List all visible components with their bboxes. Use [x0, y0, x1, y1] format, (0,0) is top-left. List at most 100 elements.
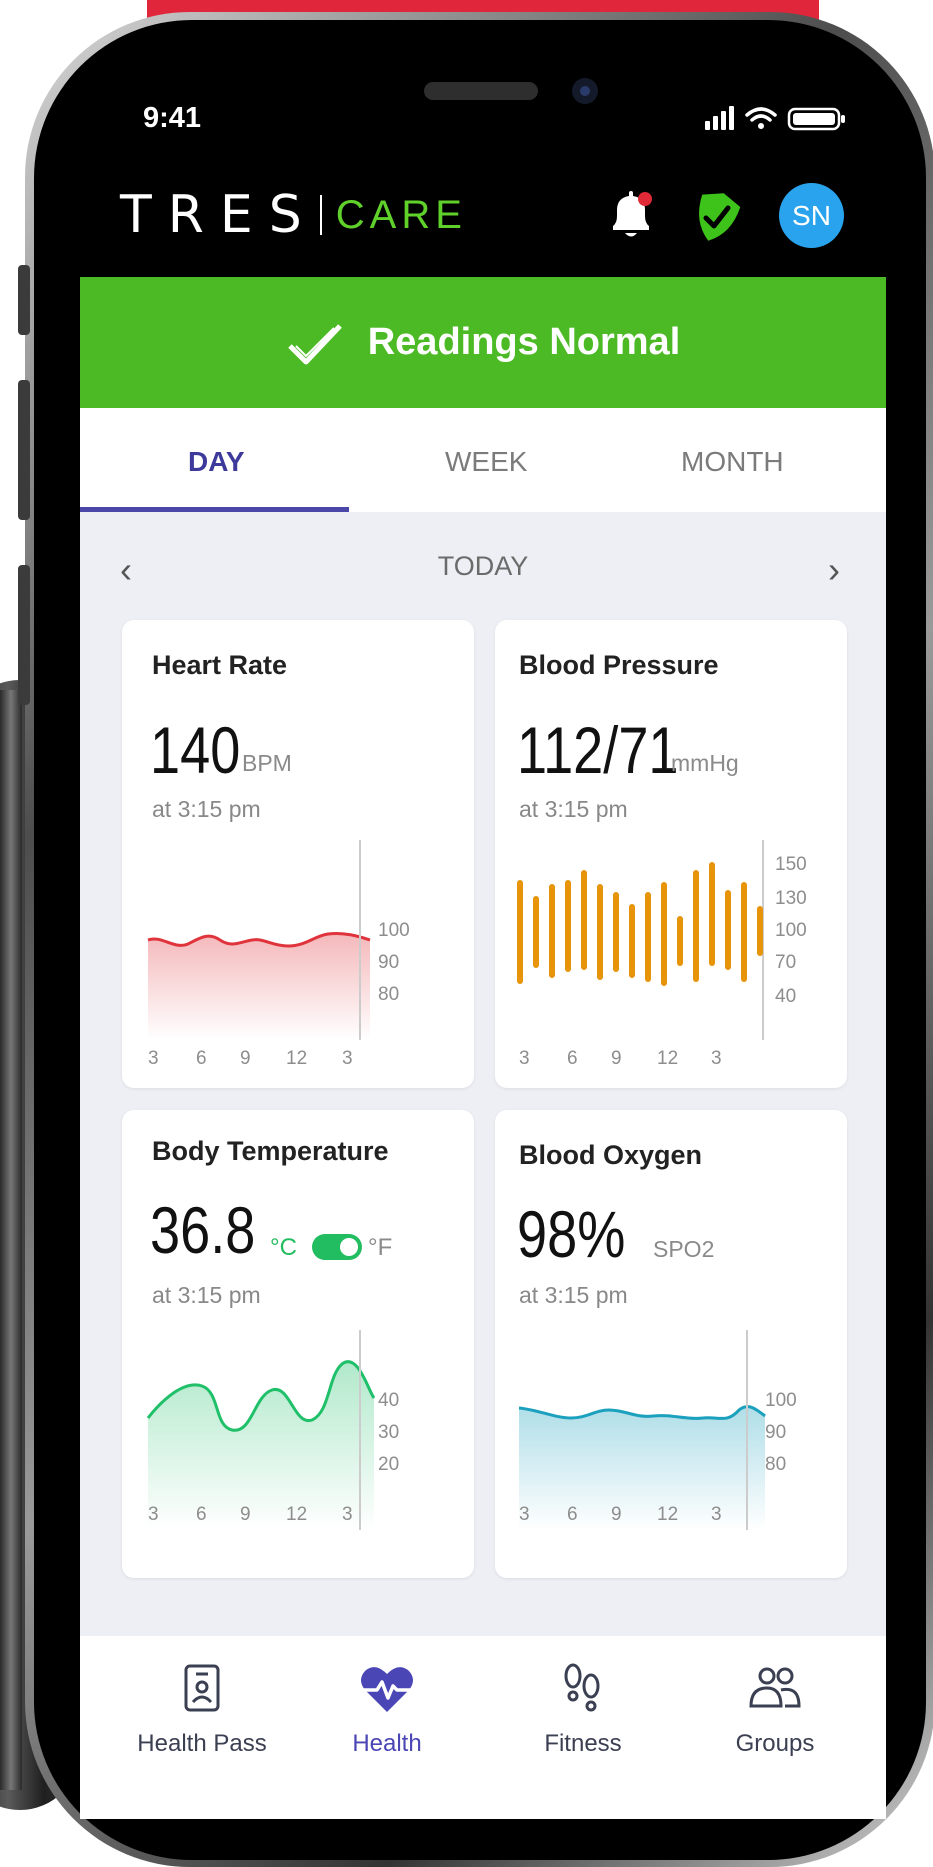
card-value: 112/71 [517, 713, 679, 787]
card-time: at 3:15 pm [152, 796, 261, 822]
y-tick: 100 [775, 920, 807, 941]
bp-bar [725, 890, 731, 970]
x-tick: 12 [286, 1048, 307, 1069]
logo-divider [319, 195, 322, 235]
nav-health[interactable]: Health [302, 1636, 472, 1766]
logo-tres: TRES [120, 185, 318, 245]
body-temperature-card[interactable]: Body Temperature 36.8 °C °F at 3:15 pm 4… [122, 1110, 474, 1578]
bp-bar [613, 892, 619, 972]
date-label: TODAY [437, 551, 529, 581]
date-navigator: ‹ TODAY › [80, 545, 886, 590]
wifi-icon [745, 107, 777, 129]
celsius-unit: °C [270, 1234, 297, 1261]
x-tick: 6 [196, 1504, 207, 1525]
x-tick: 9 [611, 1048, 622, 1069]
tab-month[interactable]: MONTH [681, 446, 784, 478]
battery-icon [787, 107, 845, 131]
bp-bar [661, 882, 667, 986]
card-value: 36.8 [150, 1193, 256, 1267]
blood-oxygen-card[interactable]: Blood Oxygen 98% SPO2 at 3:15 pm 100 90 … [495, 1110, 847, 1578]
card-time: at 3:15 pm [519, 1282, 628, 1308]
x-tick: 9 [611, 1504, 622, 1525]
bp-bar [645, 892, 651, 982]
footprints-icon [564, 1663, 600, 1712]
heart-pulse-icon [361, 1667, 413, 1712]
app-logo: TRES CARE [120, 185, 467, 245]
nav-label: Fitness [544, 1730, 622, 1757]
user-avatar[interactable]: SN [779, 183, 844, 248]
tab-week[interactable]: WEEK [445, 446, 527, 478]
card-time: at 3:15 pm [519, 796, 628, 822]
x-tick: 6 [567, 1504, 578, 1525]
bp-bar [517, 880, 523, 984]
nav-health-pass[interactable]: Health Pass [117, 1636, 287, 1766]
nav-groups[interactable]: Groups [690, 1636, 860, 1766]
next-day-chevron-icon[interactable]: › [828, 549, 840, 591]
y-tick: 130 [775, 888, 807, 909]
banner-text: Readings Normal [367, 321, 681, 363]
y-tick: 70 [775, 952, 796, 973]
fahrenheit-unit: °F [368, 1234, 393, 1261]
x-tick: 6 [196, 1048, 207, 1069]
y-tick: 40 [775, 986, 796, 1007]
y-tick: 30 [378, 1422, 399, 1443]
card-value: 140 [150, 713, 241, 787]
card-unit: mmHg [671, 750, 739, 776]
y-tick: 90 [765, 1422, 786, 1443]
bottom-navigation: Health Pass Health Fitness Groups [80, 1636, 886, 1819]
nav-label: Health Pass [137, 1730, 267, 1757]
bp-bar [629, 904, 635, 978]
card-unit: SPO2 [653, 1236, 715, 1262]
x-tick: 9 [240, 1504, 251, 1525]
card-title: Heart Rate [152, 650, 288, 680]
bp-bars [517, 862, 763, 986]
bp-bar [597, 884, 603, 980]
x-tick: 3 [519, 1048, 530, 1069]
volume-down-button [18, 565, 30, 705]
x-tick: 3 [711, 1048, 722, 1069]
blood-oxygen-chart: 100 90 80 3 6 9 12 3 [518, 1330, 797, 1530]
tab-day[interactable]: DAY [188, 446, 245, 478]
bp-bar [581, 870, 587, 970]
x-tick: 3 [342, 1504, 353, 1525]
y-tick: 80 [765, 1454, 786, 1475]
card-time: at 3:15 pm [152, 1282, 261, 1308]
blood-pressure-card[interactable]: Blood Pressure 112/71 mmHg at 3:15 pm 15… [495, 620, 847, 1088]
card-title: Body Temperature [152, 1136, 389, 1166]
bp-bar [757, 906, 763, 956]
people-icon [749, 1667, 801, 1708]
x-tick: 12 [286, 1504, 307, 1525]
x-tick: 3 [342, 1048, 353, 1069]
heart-rate-area [148, 933, 370, 1040]
bp-bar [709, 862, 715, 966]
signal-icon [705, 106, 734, 130]
x-tick: 3 [711, 1504, 722, 1525]
unit-toggle[interactable] [312, 1234, 362, 1260]
y-tick: 20 [378, 1454, 399, 1475]
card-value: 98% [517, 1197, 626, 1271]
card-unit: BPM [242, 750, 292, 776]
status-banner: Readings Normal [80, 277, 886, 408]
y-tick: 40 [378, 1390, 399, 1411]
bp-bar [549, 884, 555, 978]
oxygen-line [518, 1405, 766, 1420]
status-time: 9:41 [143, 102, 202, 134]
body-temperature-chart: 40 30 20 3 6 9 12 3 [146, 1330, 399, 1530]
status-icons [705, 106, 845, 131]
nav-fitness[interactable]: Fitness [498, 1636, 668, 1766]
y-tick: 100 [765, 1390, 797, 1411]
background-device-edge [0, 690, 22, 1790]
x-tick: 12 [657, 1048, 678, 1069]
shield-check-icon[interactable] [690, 190, 742, 244]
x-tick: 3 [148, 1504, 159, 1525]
notification-bell-icon[interactable] [607, 190, 653, 244]
bp-bar [565, 880, 571, 972]
blood-pressure-chart: 150 130 100 70 40 3 6 9 12 3 [517, 840, 807, 1069]
x-tick: 3 [519, 1504, 530, 1525]
front-camera [572, 78, 598, 104]
volume-up-button [18, 380, 30, 520]
nav-label: Health [352, 1730, 422, 1757]
heart-rate-card[interactable]: Heart Rate 140 BPM at 3:15 pm 100 90 80 … [122, 620, 474, 1088]
id-badge-icon [184, 1664, 220, 1712]
bp-bar [693, 870, 699, 982]
